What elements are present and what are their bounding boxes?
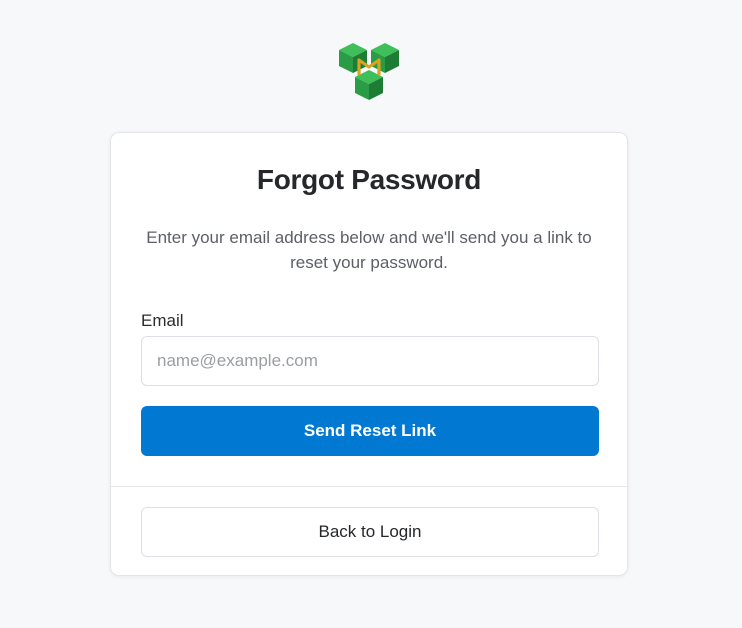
email-field[interactable] — [141, 336, 599, 386]
page-title: Forgot Password — [256, 164, 482, 195]
forgot-password-card: Forgot Password Enter your email address… — [110, 132, 628, 576]
instructions-text: Enter your email address below and we'll… — [146, 228, 592, 272]
cube-stack-logo-icon — [339, 43, 399, 100]
forgot-password-page: Forgot Password Enter your email address… — [0, 0, 742, 628]
back-to-login-button[interactable]: Back to Login — [141, 507, 599, 557]
email-label: Email — [141, 311, 184, 330]
divider — [111, 486, 627, 487]
send-reset-link-button[interactable]: Send Reset Link — [141, 406, 599, 456]
